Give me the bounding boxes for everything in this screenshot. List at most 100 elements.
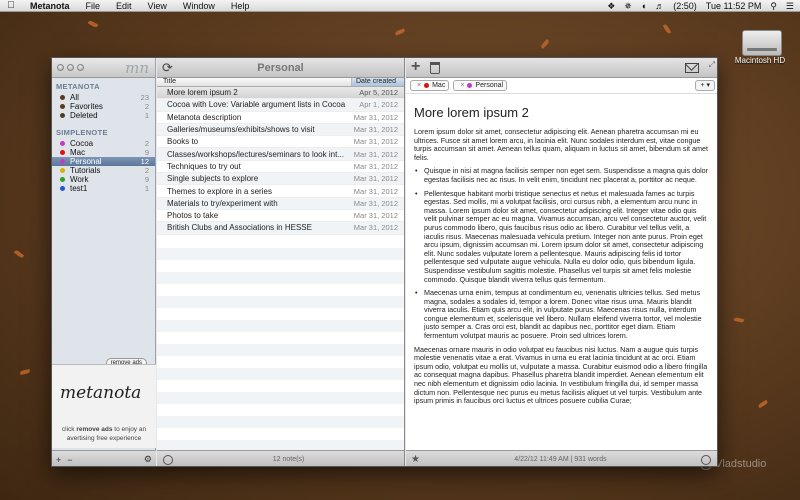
apple-menu-icon[interactable]:  bbox=[0, 0, 22, 11]
note-title: Materials to try/experiment with bbox=[167, 198, 278, 208]
leaf-decoration bbox=[540, 39, 550, 49]
close-button[interactable] bbox=[57, 64, 64, 71]
note-date: Apr 1, 2012 bbox=[359, 100, 398, 110]
remove-tag-icon[interactable]: × bbox=[417, 82, 421, 89]
add-tag-button[interactable]: + ▾ bbox=[695, 80, 715, 91]
note-row[interactable]: Materials to try/experiment with Mar 31, … bbox=[157, 197, 404, 210]
ad-panel[interactable]: metanota click remove ads to enjoy an av… bbox=[52, 364, 156, 448]
note-bullet: Pellentesque habitant morbi tristique se… bbox=[414, 189, 711, 285]
ad-logo: metanota bbox=[60, 383, 142, 403]
note-title: Classes/workshops/lectures/seminars to l… bbox=[167, 149, 344, 159]
gear-icon[interactable]: ⚙ bbox=[144, 454, 152, 465]
note-body[interactable]: More lorem ipsum 2 Lorem ipsum dolor sit… bbox=[406, 95, 717, 450]
notification-list-icon[interactable]: ☰ bbox=[786, 0, 794, 12]
metanota-window: mn METANOTA All 23 Favorites 2 Deleted 1… bbox=[51, 57, 718, 467]
sidebar-item-count: 23 bbox=[140, 93, 149, 102]
battery-status[interactable]: (2:50) bbox=[673, 0, 697, 12]
menu-edit[interactable]: Edit bbox=[108, 0, 140, 12]
trash-icon[interactable] bbox=[430, 62, 440, 74]
note-row[interactable]: Cocoa with Love: Variable argument lists… bbox=[157, 99, 404, 112]
bluetooth-icon[interactable]: ✵ bbox=[624, 0, 632, 12]
note-row[interactable]: Single subjects to explore Mar 31, 2012 bbox=[157, 173, 404, 186]
sidebar-item-cocoa[interactable]: Cocoa 2 bbox=[52, 139, 155, 148]
sidebar-item-label: Favorites bbox=[70, 102, 103, 111]
note-row[interactable]: Books to Mar 31, 2012 bbox=[157, 136, 404, 149]
note-row[interactable]: Techniques to try out Mar 31, 2012 bbox=[157, 161, 404, 174]
new-note-icon[interactable]: + bbox=[411, 58, 420, 76]
note-row[interactable]: More lorem ipsum 2 Apr 5, 2012 bbox=[157, 87, 404, 100]
note-row[interactable]: Classes/workshops/lectures/seminars to l… bbox=[157, 148, 404, 161]
tag-dot-icon bbox=[60, 159, 65, 164]
sidebar-item-mac[interactable]: Mac 9 bbox=[52, 148, 155, 157]
wifi-icon[interactable]: ◖ bbox=[641, 0, 646, 12]
editor-toolbar: + ⤢ bbox=[406, 58, 717, 78]
add-folder-icon[interactable]: + bbox=[56, 455, 61, 465]
folder-dot-icon bbox=[60, 95, 65, 100]
note-paragraph: Lorem ipsum dolor sit amet, consectetur … bbox=[414, 127, 709, 162]
sidebar-item-count: 12 bbox=[140, 157, 149, 166]
sidebar-item-count: 9 bbox=[144, 175, 149, 184]
tag-label: Personal bbox=[475, 82, 504, 89]
note-title: Galleries/museums/exhibits/shows to visi… bbox=[167, 125, 315, 135]
menu-file[interactable]: File bbox=[78, 0, 109, 12]
sidebar-item-count: 2 bbox=[144, 166, 149, 175]
zoom-button[interactable] bbox=[77, 64, 84, 71]
menubar-clock[interactable]: Tue 11:52 PM bbox=[706, 0, 762, 12]
menu-window[interactable]: Window bbox=[175, 0, 223, 12]
email-icon[interactable] bbox=[685, 63, 699, 73]
tag-chip-mac[interactable]: × Mac bbox=[410, 80, 450, 91]
remove-tag-icon[interactable]: × bbox=[460, 82, 464, 89]
list-toolbar: ⟳ Personal bbox=[157, 58, 404, 78]
menu-help[interactable]: Help bbox=[223, 0, 258, 12]
tag-color-icon bbox=[467, 83, 473, 88]
sidebar-item-deleted[interactable]: Deleted 1 bbox=[52, 111, 155, 120]
note-heading: More lorem ipsum 2 bbox=[414, 105, 529, 120]
list-empty-area bbox=[157, 236, 404, 450]
search-icon[interactable] bbox=[163, 454, 173, 465]
dropbox-icon[interactable]: ❖ bbox=[607, 0, 615, 12]
note-row[interactable]: Galleries/museums/exhibits/shows to visi… bbox=[157, 123, 404, 137]
favorite-star-icon[interactable]: ★ bbox=[411, 454, 420, 465]
column-header-date[interactable]: Date created bbox=[352, 78, 404, 86]
sidebar-item-all[interactable]: All 23 bbox=[52, 93, 155, 102]
sidebar-item-label: Personal bbox=[70, 157, 102, 166]
sidebar-item-count: 9 bbox=[144, 148, 149, 157]
sidebar-item-test1[interactable]: test1 1 bbox=[52, 184, 155, 193]
tag-dot-icon bbox=[60, 177, 65, 182]
hard-drive-label: Macintosh HD bbox=[734, 56, 786, 65]
info-icon[interactable] bbox=[701, 454, 711, 465]
sidebar-item-favorites[interactable]: Favorites 2 bbox=[52, 102, 155, 111]
fullscreen-icon[interactable]: ⤢ bbox=[709, 60, 715, 70]
watermark-text: Vladstudio bbox=[715, 458, 767, 470]
menu-view[interactable]: View bbox=[140, 0, 175, 12]
folder-dot-icon bbox=[60, 113, 65, 118]
spotlight-icon[interactable]: ⚲ bbox=[770, 0, 777, 12]
remove-folder-icon[interactable]: − bbox=[67, 455, 72, 465]
sidebar-item-label: Work bbox=[70, 175, 89, 184]
note-date: Mar 31, 2012 bbox=[353, 137, 398, 147]
leaf-decoration bbox=[19, 369, 31, 375]
sidebar-item-count: 1 bbox=[144, 184, 149, 193]
tag-chip-personal[interactable]: × Personal bbox=[453, 80, 508, 91]
column-header-title[interactable]: Title bbox=[157, 78, 352, 86]
volume-icon[interactable]: ♬ bbox=[655, 0, 664, 12]
menu-app-name[interactable]: Metanota bbox=[22, 0, 78, 12]
note-row[interactable]: Metanota description Mar 31, 2012 bbox=[157, 112, 404, 124]
note-bullet: Quisque in nisi at magna facilisis sempe… bbox=[414, 167, 711, 184]
list-footer: 12 note(s) bbox=[157, 450, 404, 466]
sidebar-item-work[interactable]: Work 9 bbox=[52, 175, 155, 184]
tag-dot-icon bbox=[60, 141, 65, 146]
note-title: Cocoa with Love: Variable argument lists… bbox=[167, 100, 346, 110]
note-row[interactable]: Themes to explore in a series Mar 31, 201… bbox=[157, 185, 404, 198]
note-row[interactable]: British Clubs and Associations in HESSE M… bbox=[157, 222, 404, 235]
note-date: Mar 31, 2012 bbox=[353, 174, 398, 184]
note-row[interactable]: Photos to take Mar 31, 2012 bbox=[157, 210, 404, 223]
sidebar-item-tutorials[interactable]: Tutorials 2 bbox=[52, 166, 155, 175]
sidebar-section-metanota: METANOTA bbox=[56, 82, 100, 91]
minimize-button[interactable] bbox=[67, 64, 74, 71]
sidebar-item-label: All bbox=[70, 93, 79, 102]
hard-drive-icon[interactable] bbox=[742, 30, 782, 56]
sidebar-item-personal[interactable]: Personal 12 bbox=[52, 157, 155, 166]
leaf-decoration bbox=[394, 28, 406, 36]
sidebar-item-count: 2 bbox=[144, 139, 149, 148]
